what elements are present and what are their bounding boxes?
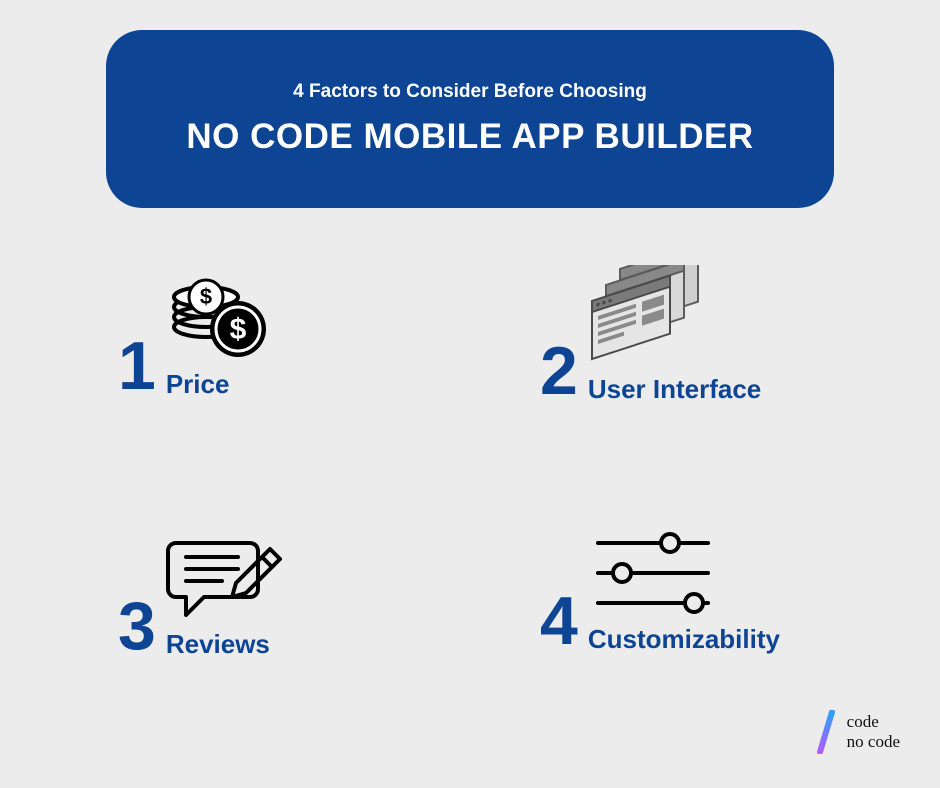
brand-text: code no code xyxy=(847,712,900,753)
banner-title: NO CODE MOBILE APP BUILDER xyxy=(186,117,753,157)
factor-3-label: Reviews xyxy=(166,629,270,660)
brand-line2: no code xyxy=(847,732,900,752)
svg-text:$: $ xyxy=(200,284,212,309)
factor-4-label: Customizability xyxy=(588,624,780,655)
factor-3-number: 3 xyxy=(118,592,156,660)
factor-4-number: 4 xyxy=(540,587,578,655)
browser-windows-icon xyxy=(588,265,708,370)
factor-1: 1 $ $ Price xyxy=(118,265,276,400)
factor-1-label: Price xyxy=(166,369,230,400)
factor-2-label: User Interface xyxy=(588,374,761,405)
money-icon: $ $ xyxy=(166,265,276,365)
svg-text:$: $ xyxy=(229,313,246,346)
factor-2-number: 2 xyxy=(540,337,578,405)
factor-3: 3 Reviews xyxy=(118,525,286,660)
review-pencil-icon xyxy=(166,525,286,625)
brand-line1: code xyxy=(847,712,900,732)
banner-subtitle: 4 Factors to Consider Before Choosing xyxy=(293,81,647,103)
brand-slash-icon xyxy=(815,710,837,754)
factor-4: 4 Customizability xyxy=(540,525,780,655)
factor-2: 2 xyxy=(540,265,761,405)
sliders-icon xyxy=(588,525,718,620)
brand-logo: code no code xyxy=(815,710,900,754)
header-banner: 4 Factors to Consider Before Choosing NO… xyxy=(106,30,834,208)
factor-1-number: 1 xyxy=(118,332,156,400)
